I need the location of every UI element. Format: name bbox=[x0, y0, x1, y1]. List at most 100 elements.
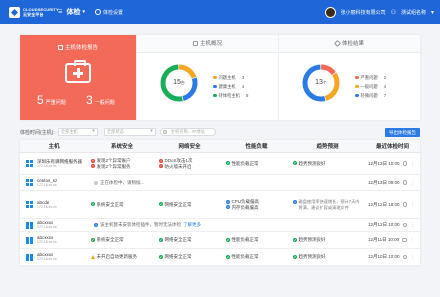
diamond-icon bbox=[333, 39, 342, 48]
status-item: i 内存负载偏高 bbox=[226, 205, 287, 210]
performance-cell: ✓ 性能负载正常 bbox=[223, 249, 290, 265]
more-options-icon[interactable]: ⋮ bbox=[410, 202, 415, 208]
host-cell: centos_sz 172.16.xx.xx bbox=[20, 175, 88, 190]
check-results-card[interactable]: 体检结果 13个 严重问题 2 一般问题 4 轻微问题 7 bbox=[278, 35, 420, 120]
top-navigation-bar: CLOUDSECURITY 云安全平台 ☰ 体检 ▾ 体检设置 张小丽科技有限公… bbox=[0, 0, 440, 24]
ok-status-icon: ✓ bbox=[226, 237, 230, 242]
trend-cell: ✓ 趋势预测良好 bbox=[290, 232, 365, 248]
info-status-icon: i bbox=[226, 205, 230, 210]
status-item: ✓ 性能负载正常 bbox=[226, 237, 287, 242]
monitor-icon bbox=[192, 41, 198, 46]
ok-status-icon: ✓ bbox=[293, 237, 297, 242]
check-settings-label: 体检设置 bbox=[103, 9, 124, 16]
status-item: ✓ 性能负载正常 bbox=[226, 161, 287, 166]
top-right-area: 张小丽科技有限公司 ⚇ 测试组名称 ▾ bbox=[324, 6, 434, 18]
clock-icon[interactable] bbox=[402, 161, 408, 166]
host-ip: 172.16.xx.xx bbox=[37, 204, 57, 209]
more-options-icon[interactable]: ⋮ bbox=[410, 254, 415, 260]
host-select[interactable]: 全部主机 bbox=[57, 128, 98, 136]
avatar[interactable] bbox=[324, 6, 336, 18]
windows-icon bbox=[26, 253, 33, 261]
row-message: i 该主机暂未安装体检插件，暂时无法体检 了解更多 bbox=[88, 219, 365, 231]
current-section[interactable]: 体检 ▾ bbox=[66, 7, 85, 17]
group-name[interactable]: 测试组名称 bbox=[401, 9, 426, 16]
legend-value: 2 bbox=[383, 75, 387, 80]
table-row[interactable]: abcde 172.16.xx.xx ✓ 系统安全正常 ✓ 网络安全正常 i CPU负载偏高 i… bbox=[20, 191, 420, 219]
header-network-security: 网络安全 bbox=[178, 144, 201, 150]
summary-panel: 主机体检报告 5 严重问题 3 一般问题 主机概况 15台 问题主机 3 健康主… bbox=[20, 35, 420, 120]
err-status-icon: ! bbox=[91, 158, 95, 163]
menu-grid-icon[interactable]: ☰ bbox=[58, 9, 62, 15]
status-select[interactable]: 全部状态 bbox=[103, 128, 156, 136]
page: CLOUDSECURITY 云安全平台 ☰ 体检 ▾ 体检设置 张小丽科技有限公… bbox=[0, 0, 440, 297]
status-text: 趋势预测良好 bbox=[298, 237, 326, 243]
legend-value: 4 bbox=[241, 84, 245, 89]
row-message-text: 该主机暂未安装体检插件，暂时无法体检 bbox=[100, 222, 181, 227]
status-item: ✓ 网络安全正常 bbox=[159, 254, 220, 259]
host-overview-card[interactable]: 主机概况 15台 问题主机 3 健康主机 4 待体检主机 8 bbox=[136, 35, 278, 120]
table-row[interactable]: abcxxxx 172.16.xx.xx ✓ 系统安全正常 ✓ 网络安全正常 ✓ 性能负载正常… bbox=[20, 232, 420, 249]
logo-text: CLOUDSECURITY 云安全平台 bbox=[23, 7, 59, 17]
header-last-check-time: 最近体检时间 bbox=[375, 144, 409, 150]
user-name[interactable]: 张小丽科技有限公司 bbox=[341, 9, 386, 16]
status-item: ✓ 性能负载正常 bbox=[226, 254, 287, 259]
status-text: 网络安全正常 bbox=[164, 237, 192, 243]
windows-icon bbox=[26, 201, 33, 208]
legend-label: 轻微问题 bbox=[360, 92, 378, 98]
more-options-icon[interactable]: ⋮ bbox=[410, 180, 415, 186]
legend-dot-icon bbox=[213, 75, 217, 80]
learn-more-link[interactable]: 了解更多 bbox=[183, 222, 201, 228]
minor-count: 3 bbox=[86, 93, 93, 107]
results-legend-item: 严重问题 2 bbox=[355, 73, 386, 82]
export-report-button[interactable]: 导出体检报告 bbox=[385, 127, 420, 137]
status-text: 趋势预测良好 bbox=[298, 254, 326, 260]
search-input[interactable]: 主机名称、IP地址 bbox=[159, 128, 216, 136]
check-time-cell: 12月12日 18:00 ⋮ bbox=[365, 191, 420, 218]
network-security-cell: ✓ 网络安全正常 bbox=[156, 249, 223, 265]
legend-dot-icon bbox=[355, 75, 359, 80]
host-report-card[interactable]: 主机体检报告 5 严重问题 3 一般问题 bbox=[20, 35, 136, 120]
clock-icon[interactable] bbox=[402, 222, 408, 228]
host-cell: abcxxxx 172.16.xx.xx bbox=[20, 219, 88, 231]
host-ip: 172.16.xx.xx bbox=[37, 257, 57, 262]
table-row[interactable]: abcxxxx 172.16.xx.xx i 该主机暂未安装体检插件，暂时无法体检 了解… bbox=[20, 219, 420, 232]
more-options-icon[interactable]: ⋮ bbox=[410, 161, 415, 167]
status-item: ✓ 系统安全正常 bbox=[91, 237, 153, 242]
clock-icon[interactable] bbox=[402, 237, 407, 243]
table-row[interactable]: 深圳乐有驿网络服务器 172.16.xx.xx ! 发现2个异常账户! 发现2个异常服务… bbox=[20, 153, 420, 175]
results-legend-item: 一般问题 4 bbox=[355, 82, 386, 91]
clock-icon[interactable] bbox=[402, 254, 408, 260]
search-placeholder: 主机名称、IP地址 bbox=[170, 129, 205, 134]
status-item: ✓ 趋势预测良好 bbox=[293, 237, 362, 242]
host-info: abcxxxx 172.16.xx.xx bbox=[37, 252, 57, 262]
table-row[interactable]: abcxxxx 172.16.xx.xx 未开启自动更新服务 ✓ 网络安全正常 ✓ 性能负载… bbox=[20, 249, 420, 266]
logo[interactable]: CLOUDSECURITY 云安全平台 bbox=[9, 6, 59, 18]
host-cell: abcxxxx 172.16.xx.xx bbox=[20, 249, 88, 265]
host-info: abcde 172.16.xx.xx bbox=[37, 200, 57, 210]
status-text: 性能负载正常 bbox=[231, 254, 259, 260]
legend-value: 4 bbox=[383, 84, 387, 89]
more-options-icon[interactable]: ⋮ bbox=[410, 222, 415, 228]
status-item: ! 发现2个异常服务 bbox=[91, 164, 153, 169]
host-check-table: 主机 系统安全 网络安全 性能负载 趋势预测 最近体检时间 深圳乐有驿网络服务器… bbox=[20, 140, 420, 266]
severe-stat: 5 严重问题 bbox=[37, 93, 66, 107]
info-status-icon: i bbox=[293, 199, 297, 204]
table-row[interactable]: centos_sz 172.16.xx.xx 正在体检中，请稍候... 12月13日 … bbox=[20, 175, 420, 191]
status-item: ✓ 网络安全正常 bbox=[159, 202, 220, 207]
current-section-label: 体检 bbox=[66, 9, 81, 16]
header-performance: 性能负载 bbox=[245, 144, 268, 150]
trend-cell: i 磁盘使用率快速增长，预计7天内将满，建议扩容或清理文件 bbox=[290, 191, 365, 218]
legend-value: 7 bbox=[383, 93, 387, 98]
check-time: 12月13日 09:00 bbox=[368, 179, 400, 185]
more-options-icon[interactable]: ⋮ bbox=[410, 237, 415, 243]
clock-icon[interactable] bbox=[402, 180, 408, 185]
windows-icon bbox=[26, 160, 33, 167]
minor-label: 一般问题 bbox=[94, 100, 115, 106]
check-settings-link[interactable]: 体检设置 bbox=[95, 9, 123, 16]
check-time-cell: 12月12日 10:00 ⋮ bbox=[365, 219, 420, 231]
host-info: abcxxxx 172.16.xx.xx bbox=[37, 235, 57, 245]
clock-icon[interactable] bbox=[402, 202, 408, 207]
check-time-cell: 12月11日 10:00 ⋮ bbox=[365, 232, 420, 248]
chevron-down-icon[interactable]: ▾ bbox=[431, 9, 434, 16]
status-text: 网络安全正常 bbox=[164, 254, 192, 260]
